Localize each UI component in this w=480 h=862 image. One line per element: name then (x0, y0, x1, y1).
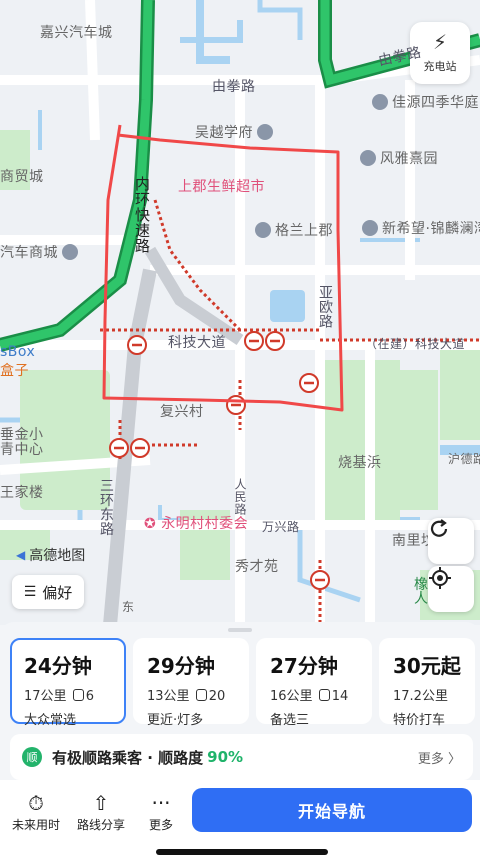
route-share-button[interactable]: ⇧ 路线分享 (77, 790, 125, 833)
map-view[interactable]: ⚡ 充电站 嘉兴汽车城 由拳路 由拳路 佳源四季华庭 吴越学府 风雅熹园 上郡生… (0, 0, 480, 625)
traffic-light-icon (318, 689, 330, 701)
map-label-jin-center: 垂金小 青中心 (0, 427, 44, 458)
map-label-keji: 科技大道 (168, 335, 226, 351)
route-desc: 备选三 (270, 713, 310, 728)
home-indicator (156, 849, 328, 855)
share-icon: ⇧ (92, 791, 110, 815)
map-label-jiayuan: 佳源四季华庭 (392, 95, 479, 111)
more-label: 更多 (149, 818, 174, 832)
map-label-renmin: 人民路 (233, 478, 247, 516)
locate-button[interactable] (428, 566, 474, 612)
map-label-wanxing: 万兴路 (262, 520, 300, 534)
sliders-icon: ☰ (23, 584, 37, 600)
map-label-shaojiabang: 烧基浜 (338, 455, 382, 471)
route-lights: 6 (85, 689, 94, 704)
route-sheet: 24分钟 17公里 6 大众常选 29分钟 13公里 20 更近·灯多 27分钟… (0, 622, 480, 862)
future-time-button[interactable]: ⏱ 未来用时 (12, 790, 60, 833)
map-label-fengya: 风雅熹园 (380, 151, 438, 167)
map-label-hezi: 盒子 (0, 363, 29, 379)
shunlu-icon: 顺 (22, 747, 42, 767)
map-label-neihuan: 内环快速路 (133, 176, 151, 254)
map-label-dong: 东 (122, 600, 135, 614)
map-label-yaou: 亚欧路 (317, 285, 333, 329)
route-time: 29分钟 (147, 654, 215, 678)
route-options: 24分钟 17公里 6 大众常选 29分钟 13公里 20 更近·灯多 27分钟… (10, 638, 475, 728)
route-distance: 13公里 (147, 689, 190, 704)
map-label-car-city: 嘉兴汽车城 (40, 25, 113, 41)
refresh-icon (430, 519, 448, 537)
map-label-shangmao: 商贸城 (0, 169, 44, 185)
route-time: 24分钟 (24, 654, 92, 678)
route-option-3[interactable]: 27分钟 16公里 14 备选三 (256, 638, 372, 728)
clock-icon: ⏱ (28, 791, 44, 815)
route-desc: 特价打车 (393, 713, 446, 728)
map-label-keji-building: （在建）科技大道 (365, 337, 466, 351)
refresh-button[interactable] (428, 518, 474, 564)
route-lights: 14 (331, 689, 349, 704)
bottom-action-bar: ⏱ 未来用时 ⇧ 路线分享 ··· 更多 开始导航 (0, 780, 480, 862)
map-label-sanhuan: 三环东路 (98, 478, 114, 536)
map-label-car-mall: 汽车商城 (0, 245, 58, 261)
shunlu-more-link[interactable]: 更多 〉 (418, 748, 461, 767)
route-option-1[interactable]: 24分钟 17公里 6 大众常选 (10, 638, 126, 728)
map-label-wuyue: 吴越学府 (195, 125, 253, 141)
preference-label: 偏好 (42, 583, 73, 602)
route-lights: 20 (208, 689, 226, 704)
map-label-youquan-road-2: 由拳路 (212, 79, 256, 95)
taxi-price: 30元起 (393, 654, 461, 678)
route-share-label: 路线分享 (77, 818, 126, 832)
shunlu-percent: 90% (207, 748, 244, 766)
more-button[interactable]: ··· 更多 (149, 790, 173, 833)
shunlu-text: 有极顺路乘客 · 顺路度 (52, 748, 204, 767)
map-label-fuxing: 复兴村 (160, 404, 204, 420)
locate-icon (429, 567, 451, 589)
amap-logo-text: 高德地图 (29, 548, 86, 564)
shunlu-banner[interactable]: 顺 有极顺路乘客 · 顺路度 90% 更多 〉 (10, 734, 473, 780)
more-dots-icon: ··· (151, 791, 171, 815)
start-navigation-button[interactable]: 开始导航 (192, 788, 472, 832)
map-label-hude: 沪德路 (448, 452, 480, 466)
future-time-label: 未来用时 (12, 818, 61, 832)
route-option-taxi[interactable]: 30元起 17.2公里 特价打车 (379, 638, 475, 728)
traffic-light-icon (195, 689, 207, 701)
route-desc: 大众常选 (24, 713, 77, 728)
navigation-arrow-icon: ◀ (16, 548, 26, 562)
route-distance: 17公里 (24, 689, 67, 704)
preference-button[interactable]: ☰ 偏好 (12, 575, 84, 609)
route-desc: 更近·灯多 (147, 713, 204, 728)
route-option-2[interactable]: 29分钟 13公里 20 更近·灯多 (133, 638, 249, 728)
traffic-light-icon (72, 689, 84, 701)
route-distance: 17.2公里 (393, 689, 448, 704)
map-label-supermarket: 上郡生鲜超市 (178, 179, 265, 195)
map-label-xiucai: 秀才苑 (235, 559, 279, 575)
sheet-grabber[interactable] (228, 628, 252, 632)
map-label-box: sBox (0, 344, 36, 360)
map-label-heyuan: 橡 人 (414, 577, 429, 607)
map-label-xinxiwang: 新希望·锦麟澜湾 (382, 221, 480, 237)
amap-logo: ◀ 高德地图 (16, 545, 85, 565)
map-label-gesan: 格兰上郡 (275, 223, 333, 239)
map-label-wangjialou: 王家楼 (0, 485, 44, 501)
route-distance: 16公里 (270, 689, 313, 704)
map-label-yongming: 永明村村委会 (161, 516, 249, 532)
route-time: 27分钟 (270, 654, 338, 678)
